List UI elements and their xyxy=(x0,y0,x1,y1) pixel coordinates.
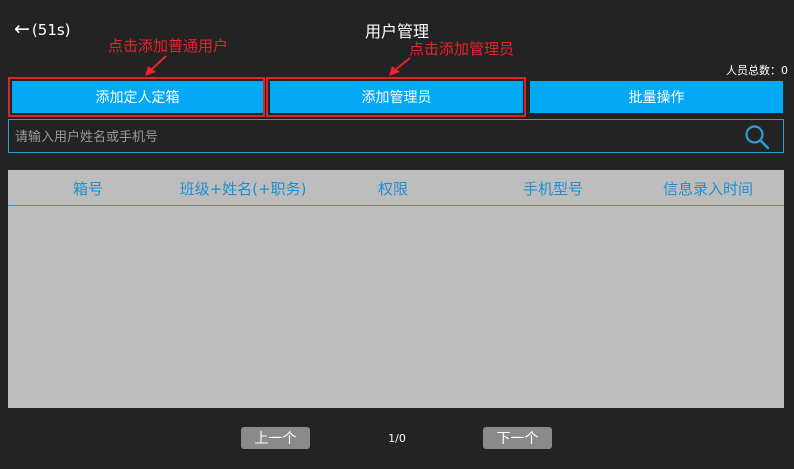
column-header-permission: 权限 xyxy=(377,180,408,198)
search-bar xyxy=(8,119,784,153)
search-icon[interactable] xyxy=(743,123,771,151)
column-header-entry-time: 信息录入时间 xyxy=(662,180,753,198)
annotation-add-admin: 点击添加管理员 xyxy=(409,40,515,58)
add-admin-button[interactable]: 添加管理员 xyxy=(270,81,523,113)
page-indicator: 1/0 xyxy=(388,432,406,445)
annotation-arrow-icon xyxy=(389,57,411,76)
add-user-button[interactable]: 添加定人定箱 xyxy=(12,81,263,113)
next-page-button[interactable]: 下一个 xyxy=(483,427,552,449)
prev-page-button[interactable]: 上一个 xyxy=(241,427,310,449)
column-header-phone-model: 手机型号 xyxy=(522,180,583,198)
search-input[interactable] xyxy=(13,124,737,150)
annotation-arrow-icon xyxy=(145,55,167,76)
column-header-class-name: 班级+姓名(+职务) xyxy=(179,180,307,198)
batch-operation-button[interactable]: 批量操作 xyxy=(530,81,783,113)
total-count-label: 人员总数：0 xyxy=(726,64,788,77)
user-table: 箱号 班级+姓名(+职务) 权限 手机型号 信息录入时间 xyxy=(8,170,784,408)
table-header: 箱号 班级+姓名(+职务) 权限 手机型号 信息录入时间 xyxy=(8,170,784,206)
column-header-box-number: 箱号 xyxy=(72,180,103,198)
